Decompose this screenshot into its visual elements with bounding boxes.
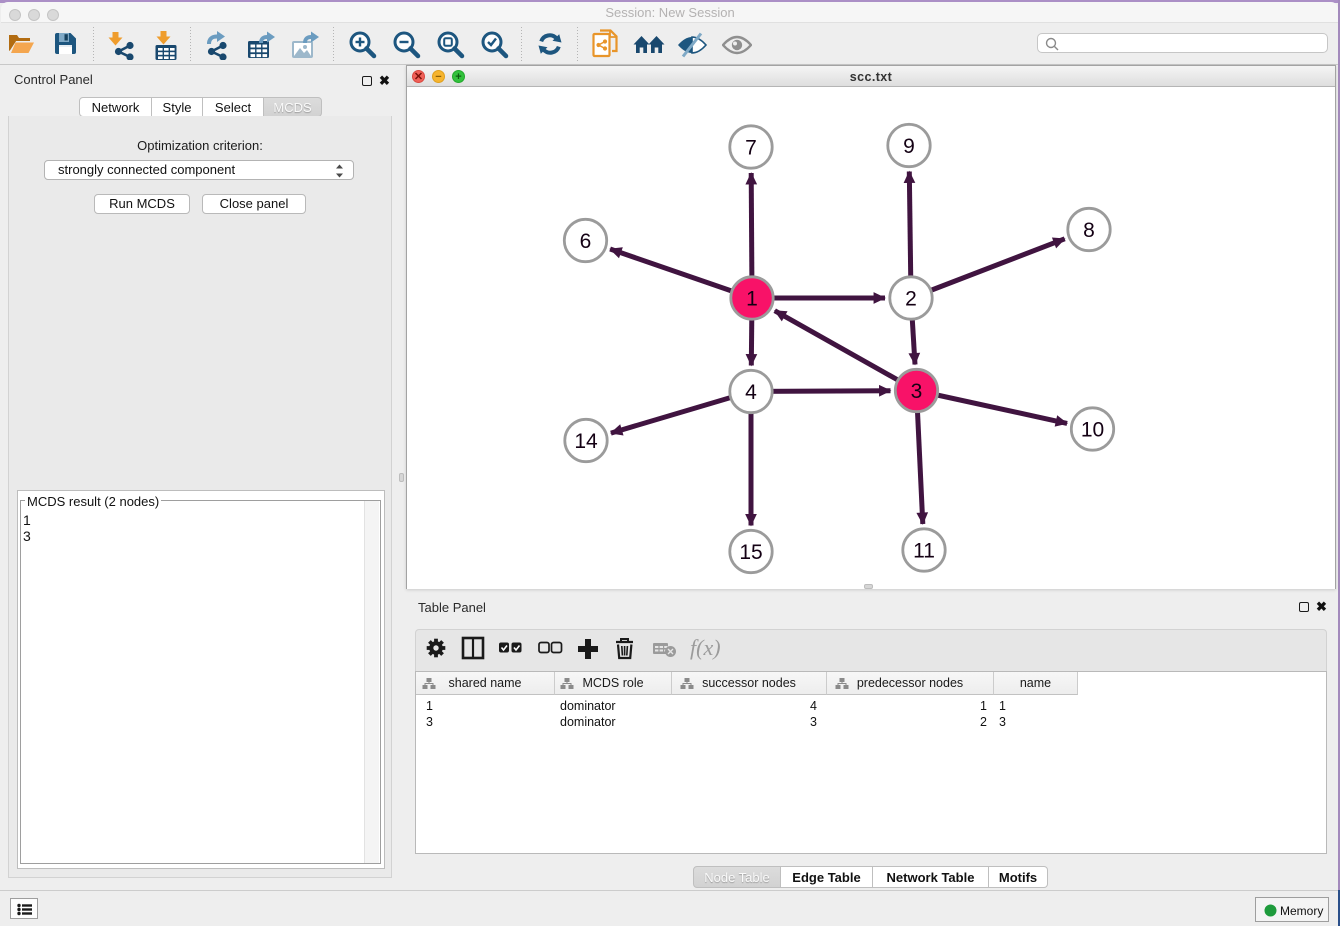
svg-text:9: 9 — [903, 135, 915, 158]
svg-text:1: 1 — [746, 288, 758, 311]
svg-text:8: 8 — [1083, 219, 1095, 242]
svg-text:14: 14 — [574, 430, 598, 453]
svg-text:f(x): f(x) — [690, 636, 721, 660]
svg-text:2: 2 — [905, 288, 917, 311]
svg-text:10: 10 — [1081, 419, 1104, 442]
svg-text:3: 3 — [911, 380, 923, 403]
svg-text:7: 7 — [745, 137, 757, 160]
svg-text:11: 11 — [913, 540, 935, 563]
svg-text:6: 6 — [580, 230, 592, 253]
svg-text:4: 4 — [745, 381, 757, 404]
svg-text:15: 15 — [739, 541, 762, 564]
